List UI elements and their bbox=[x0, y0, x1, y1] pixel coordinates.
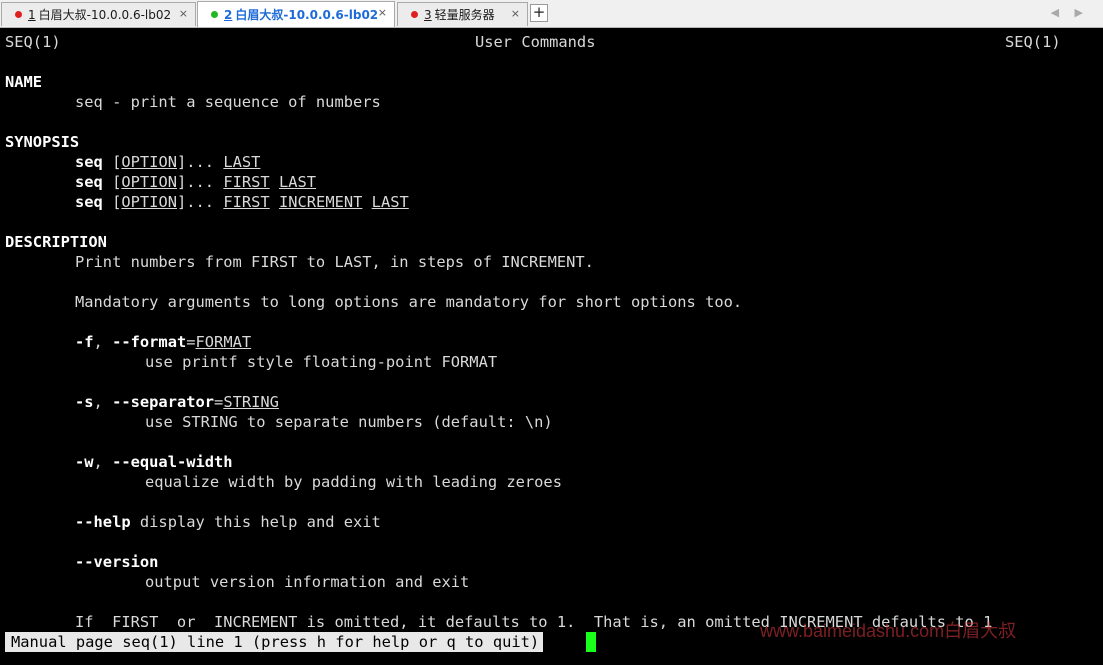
option-description: use STRING to separate numbers (default:… bbox=[145, 413, 553, 431]
section-description-heading: DESCRIPTION bbox=[5, 233, 107, 251]
description-text: Mandatory arguments to long options are … bbox=[75, 293, 743, 311]
session-status-icon bbox=[211, 11, 218, 18]
tab-label: 白眉大叔-10.0.0.6-lb02 bbox=[38, 8, 172, 22]
add-tab-button[interactable]: + bbox=[530, 4, 548, 22]
option-help: --help display this help and exit bbox=[75, 513, 381, 531]
session-status-icon bbox=[15, 11, 22, 18]
terminal-output[interactable]: SEQ(1) User Commands SEQ(1) NAME seq - p… bbox=[0, 30, 1103, 665]
option-format: -f, --format=FORMAT bbox=[75, 333, 252, 351]
option-description: output version information and exit bbox=[145, 573, 470, 591]
close-icon[interactable]: × bbox=[511, 7, 520, 20]
section-synopsis-heading: SYNOPSIS bbox=[5, 133, 80, 151]
man-header-left: SEQ(1) bbox=[5, 33, 61, 51]
option-description: equalize width by padding with leading z… bbox=[145, 473, 562, 491]
man-header-right: SEQ(1) bbox=[1005, 33, 1061, 51]
tab-bar: 1 白眉大叔-10.0.0.6-lb02 × 2 白眉大叔-10.0.0.6-l… bbox=[0, 0, 1103, 28]
watermark: www.baimeidashu.com白眉大叔 bbox=[760, 621, 1017, 641]
synopsis-line: seq [OPTION]... LAST bbox=[75, 153, 261, 171]
tab-session-2[interactable]: 2 白眉大叔-10.0.0.6-lb02 × bbox=[197, 1, 395, 27]
tab-number: 1 bbox=[28, 7, 36, 22]
terminal-cursor bbox=[586, 632, 596, 652]
option-separator: -s, --separator=STRING bbox=[75, 393, 279, 411]
name-description: seq - print a sequence of numbers bbox=[75, 93, 381, 111]
synopsis-line: seq [OPTION]... FIRST LAST bbox=[75, 173, 317, 191]
section-name-heading: NAME bbox=[5, 73, 43, 91]
option-version: --version bbox=[75, 553, 159, 571]
tab-label: 白眉大叔-10.0.0.6-lb02 bbox=[235, 8, 379, 22]
tab-scroll-arrows-icon[interactable]: ◀ ▶ bbox=[1051, 6, 1089, 19]
tab-session-3[interactable]: 3 轻量服务器 × bbox=[397, 2, 528, 26]
close-icon[interactable]: × bbox=[179, 7, 188, 20]
option-description: use printf style floating-point FORMAT bbox=[145, 353, 498, 371]
man-header-center: User Commands bbox=[475, 33, 596, 51]
description-text: Print numbers from FIRST to LAST, in ste… bbox=[75, 253, 594, 271]
tab-number: 2 bbox=[224, 7, 233, 22]
pager-status-bar: Manual page seq(1) line 1 (press h for h… bbox=[5, 632, 544, 652]
option-equal-width: -w, --equal-width bbox=[75, 453, 233, 471]
tab-label: 轻量服务器 bbox=[434, 8, 495, 22]
synopsis-line: seq [OPTION]... FIRST INCREMENT LAST bbox=[75, 193, 409, 211]
tab-number: 3 bbox=[424, 7, 432, 22]
close-icon[interactable]: × bbox=[378, 6, 387, 19]
session-status-icon bbox=[411, 11, 418, 18]
tab-session-1[interactable]: 1 白眉大叔-10.0.0.6-lb02 × bbox=[1, 2, 196, 26]
